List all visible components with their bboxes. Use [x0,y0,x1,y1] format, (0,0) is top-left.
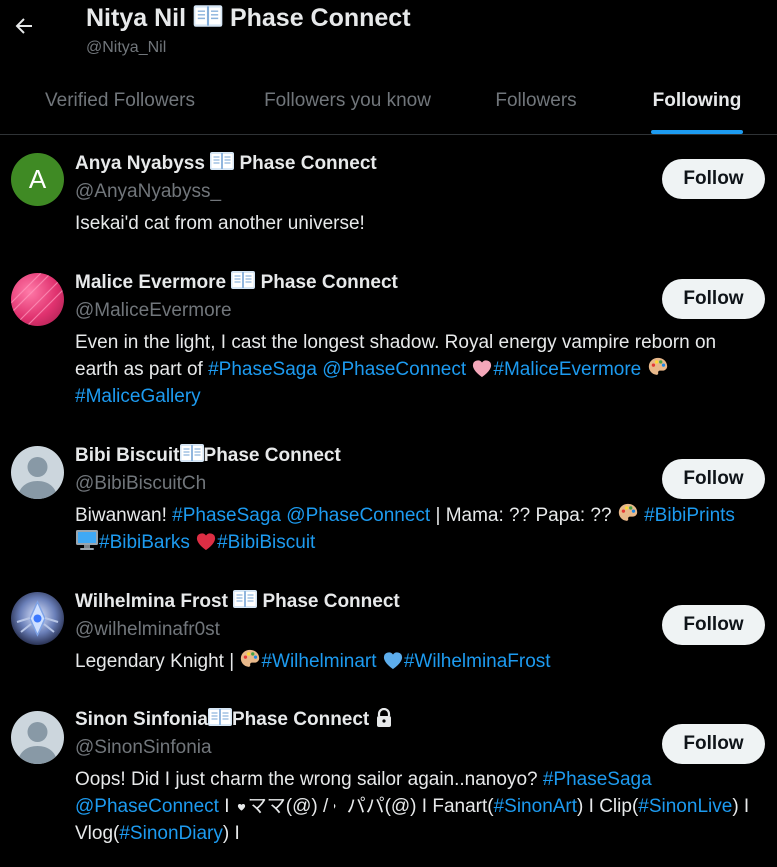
open-book-icon [210,151,234,171]
open-book-icon [193,4,223,28]
computer-icon [75,529,99,551]
bio-text: Legendary Knight | [75,651,240,672]
bio-text: パパ(@) I Fanart( [346,796,494,817]
bio-text: Isekai'd cat from another universe! [75,213,365,234]
page-header: Nitya Nil Phase Connect @Nitya_Nil [0,0,777,68]
bio-text: Oops! Did I just charm the wrong sailor … [75,769,543,790]
back-arrow-icon[interactable] [12,14,36,38]
mention-link[interactable]: @PhaseConnect [322,359,466,380]
bio-text: | Mama: ?? Papa: ?? [430,505,617,526]
user-bio: Biwanwan! #PhaseSaga @PhaseConnect | Mam… [75,502,765,556]
heart-icon [235,799,248,815]
user-display-name[interactable]: Anya Nyabyss Phase Connect [75,151,765,176]
tab-followers[interactable]: Followers [455,68,617,134]
heart-icon [382,650,404,670]
hashtag-link[interactable]: #BibiBiscuit [217,532,315,553]
tab-following[interactable]: Following [617,68,777,134]
user-display-name[interactable]: Bibi Biscuit Phase Connect [75,443,765,468]
user-list: A Anya Nyabyss Phase Connect @AnyaNyabys… [0,135,777,867]
heart-icon [334,799,347,815]
user-name-text: Malice Evermore [75,272,227,293]
open-book-icon [180,443,204,463]
hashtag-link[interactable]: #PhaseSaga [172,505,281,526]
open-book-icon [208,707,232,727]
avatar[interactable] [11,592,64,645]
heart-icon [195,531,217,551]
bio-text: I [218,796,235,817]
user-name-suffix: Phase Connect [239,153,377,174]
page-handle: @Nitya_Nil [86,39,167,56]
bio-text: ママ(@) / [247,796,334,817]
user-name-suffix: Phase Connect [260,272,398,293]
bio-text: Biwanwan! [75,505,173,526]
avatar-letter: A [28,164,47,194]
follow-button[interactable]: Follow [662,279,765,319]
page-title-suffix: Phase Connect [229,4,411,32]
hashtag-link[interactable]: #PhaseSaga [208,359,317,380]
open-book-icon [233,589,257,609]
user-name-text: Bibi Biscuit [75,445,180,466]
user-bio: Legendary Knight | #Wilhelminart #Wilhel… [75,648,765,675]
heart-icon [471,358,493,378]
mention-link[interactable]: @PhaseConnect [286,505,430,526]
tab-followers-you-know[interactable]: Followers you know [240,68,455,134]
tab-label: Followers [495,90,577,111]
hashtag-link[interactable]: #BibiPrints [644,505,735,526]
palette-icon [647,356,669,378]
avatar[interactable] [11,446,64,499]
hashtag-link[interactable]: #MaliceGallery [75,386,201,407]
user-name-suffix: Phase Connect [232,709,370,730]
user-name-text: Sinon Sinfonia [75,709,208,730]
user-display-name[interactable]: Malice Evermore Phase Connect [75,270,765,295]
hashtag-link[interactable]: #SinonArt [494,796,577,817]
open-book-icon [231,270,255,290]
follow-button[interactable]: Follow [662,605,765,645]
lock-icon [376,708,391,727]
user-name-text: Anya Nyabyss [75,153,205,174]
avatar[interactable] [11,711,64,764]
hashtag-link[interactable]: #SinonLive [638,796,732,817]
user-handle[interactable]: @AnyaNyabyss_ [75,180,765,204]
follow-button[interactable]: Follow [662,159,765,199]
tab-verified-followers[interactable]: Verified Followers [0,68,240,134]
user-display-name[interactable]: Wilhelmina Frost Phase Connect [75,589,765,614]
hashtag-link[interactable]: #SinonDiary [119,823,223,844]
user-name-suffix: Phase Connect [203,445,341,466]
bio-text: ) I [222,823,240,844]
tab-bar: Verified Followers Followers you know Fo… [0,68,777,135]
tab-label: Followers you know [264,90,431,111]
hashtag-link[interactable]: #PhaseSaga [543,769,652,790]
user-cell[interactable]: A Anya Nyabyss Phase Connect @AnyaNyabys… [0,135,777,255]
hashtag-link[interactable]: #Wilhelminart [261,651,376,672]
user-cell[interactable]: Malice Evermore Phase Connect @MaliceEve… [0,255,777,428]
palette-icon [239,648,261,670]
user-display-name[interactable]: Sinon Sinfonia Phase Connect [75,707,765,732]
user-name-text: Wilhelmina Frost [75,591,228,612]
follow-button[interactable]: Follow [662,724,765,764]
user-cell[interactable]: Sinon Sinfonia Phase Connect @SinonSinfon… [0,693,777,867]
palette-icon [617,502,639,524]
page-title: Nitya Nil Phase Connect [86,4,411,33]
active-tab-indicator [651,130,743,134]
avatar[interactable] [11,273,64,326]
hashtag-link[interactable]: #MaliceEvermore [493,359,641,380]
page-title-name: Nitya Nil [86,4,187,32]
user-bio: Even in the light, I cast the longest sh… [75,329,765,410]
user-bio: Isekai'd cat from another universe! [75,210,765,237]
user-cell[interactable]: Bibi Biscuit Phase Connect @BibiBiscuitCh… [0,428,777,574]
user-name-suffix: Phase Connect [262,591,400,612]
avatar[interactable]: A [11,153,64,206]
bio-text: ) I Clip( [577,796,639,817]
hashtag-link[interactable]: #BibiBarks [99,532,190,553]
tab-label: Following [652,90,742,111]
tab-label: Verified Followers [45,90,195,111]
user-cell[interactable]: Wilhelmina Frost Phase Connect @wilhelmi… [0,574,777,693]
follow-button[interactable]: Follow [662,459,765,499]
hashtag-link[interactable]: #WilhelminaFrost [404,651,551,672]
mention-link[interactable]: @PhaseConnect [75,796,219,817]
user-bio: Oops! Did I just charm the wrong sailor … [75,766,765,847]
